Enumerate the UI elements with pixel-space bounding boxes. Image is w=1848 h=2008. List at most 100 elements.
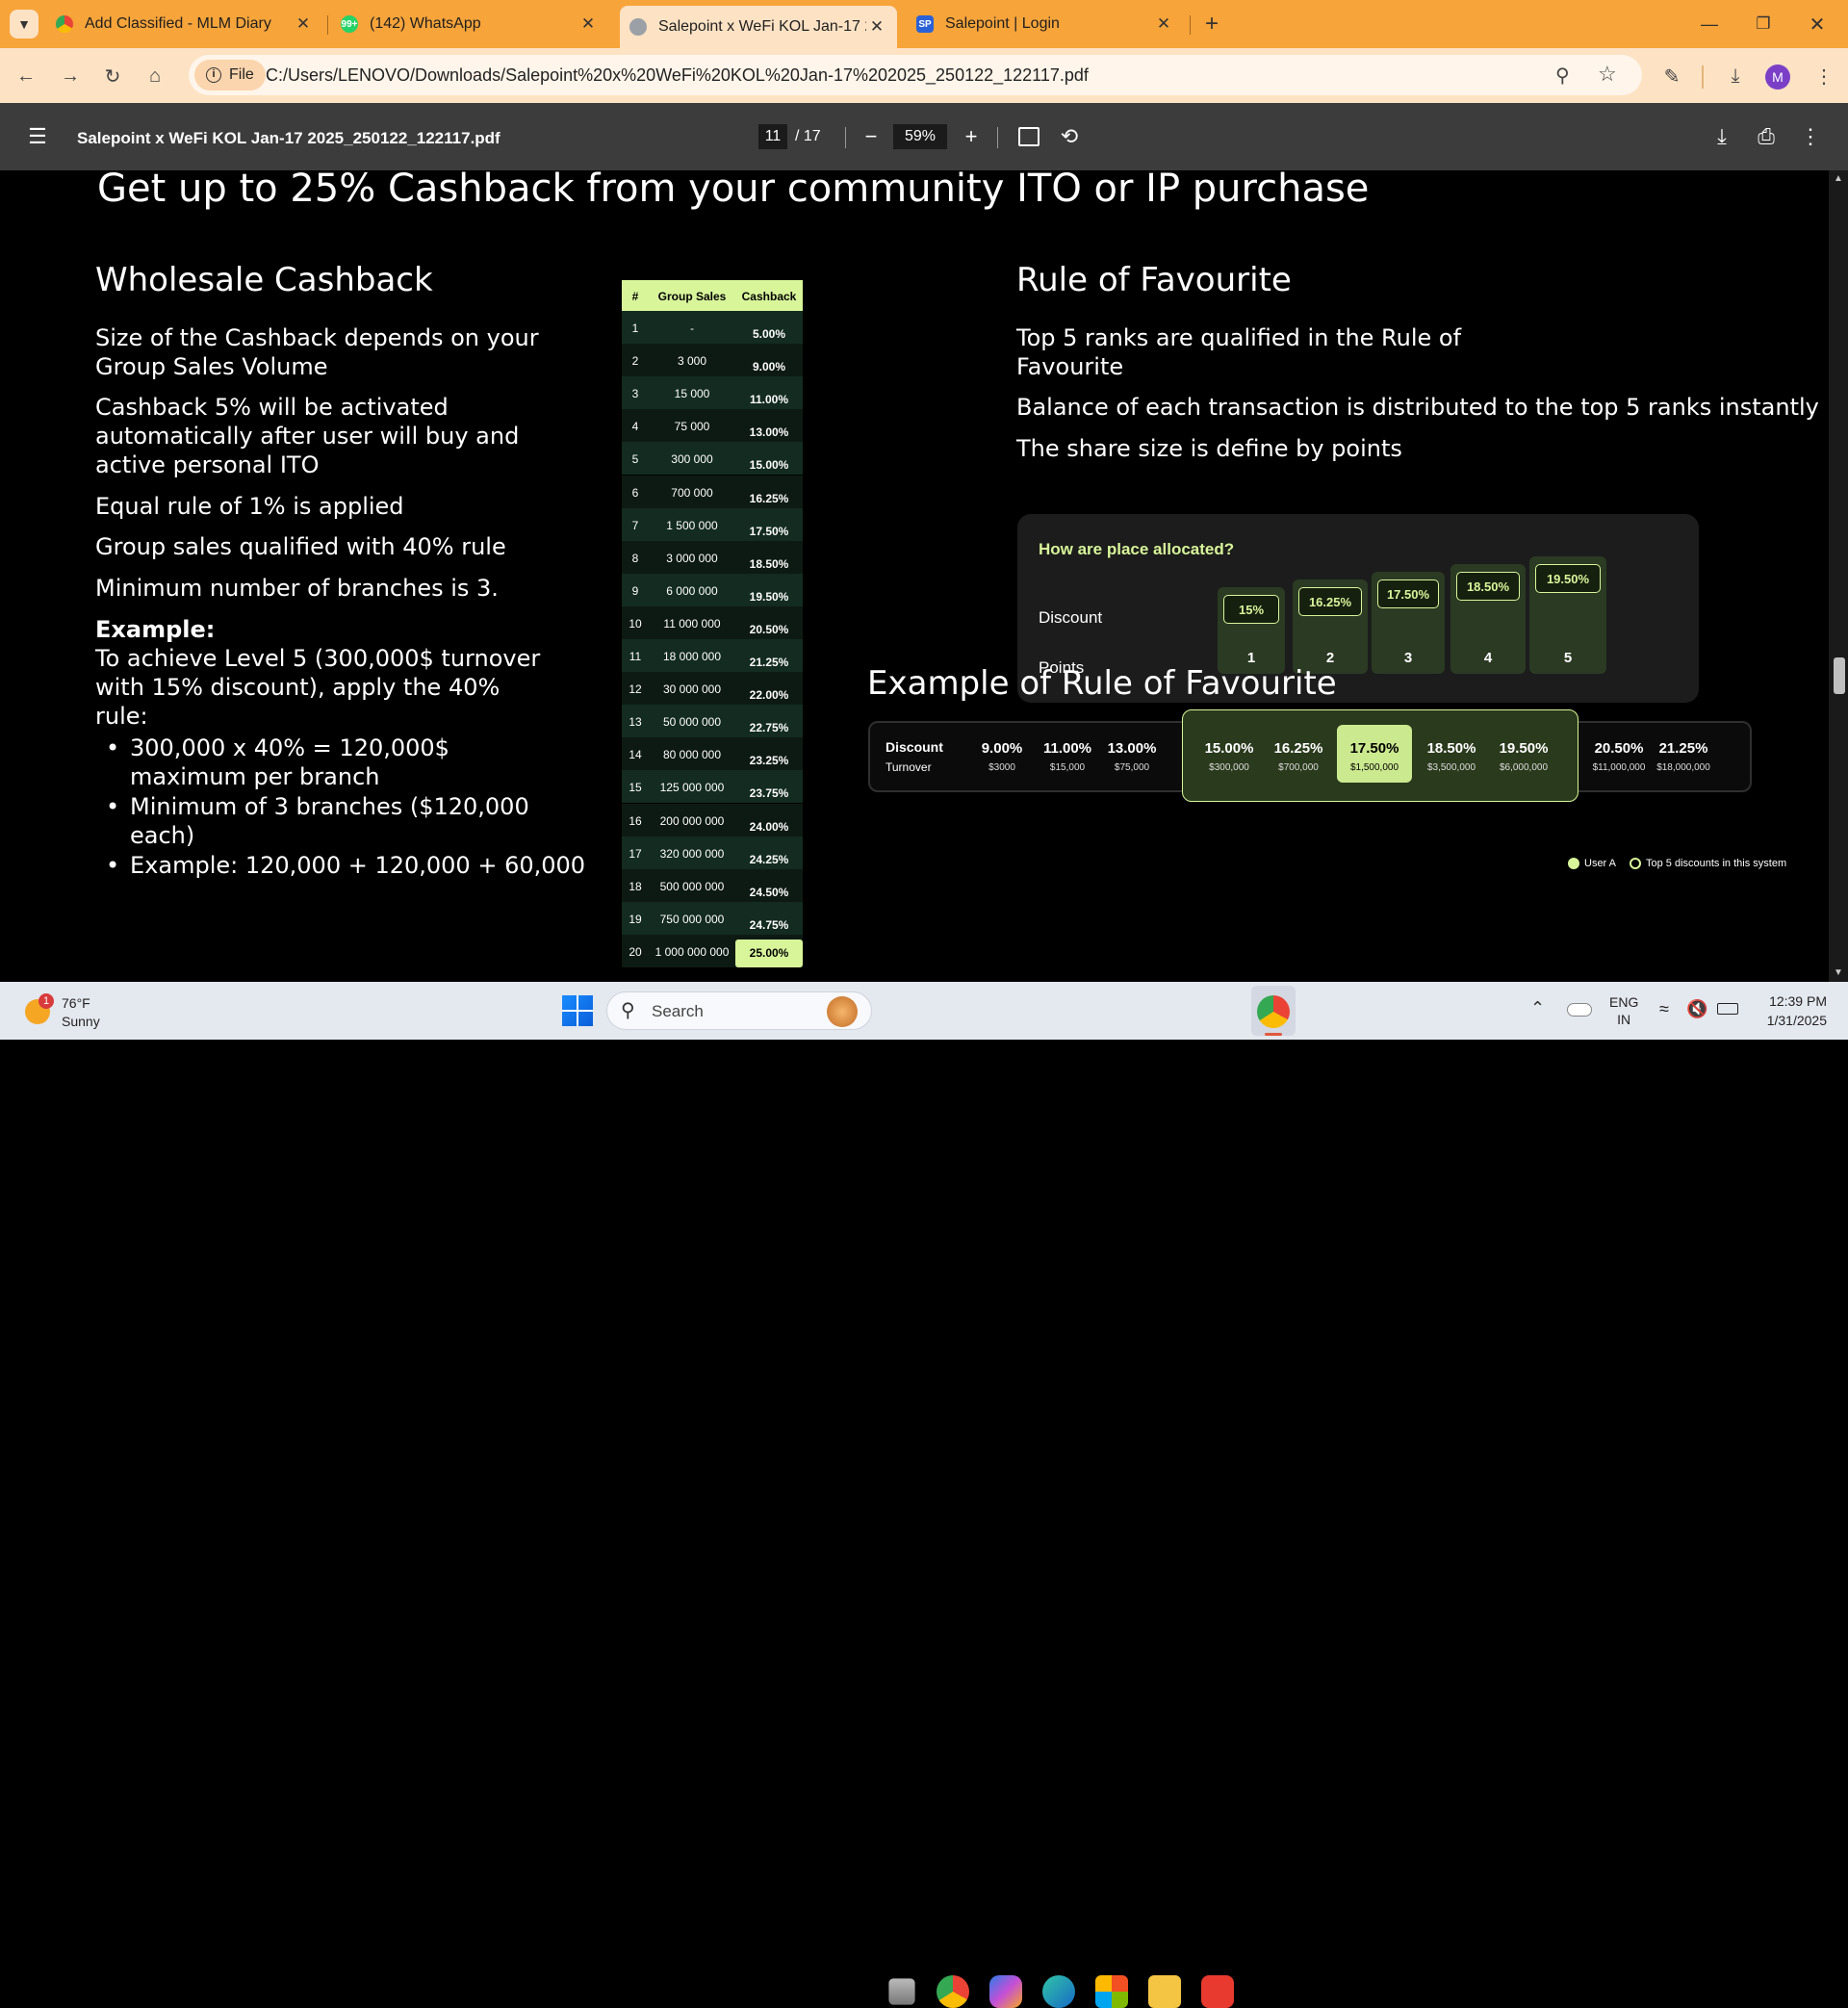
volume-muted-icon[interactable]: 🔇 (1686, 999, 1707, 1019)
taskbar-search[interactable]: ⚲ Search (606, 991, 872, 1030)
table-cell: 24.75% (749, 917, 789, 932)
edge-icon[interactable] (1042, 1975, 1075, 2008)
tab-whatsapp[interactable]: 99+ (142) WhatsApp ✕ (331, 7, 608, 41)
table-cell: 3 000 (677, 354, 707, 369)
downloads-button[interactable]: ⤓ (1721, 62, 1750, 90)
fit-to-page-icon (1018, 127, 1040, 146)
task-view-icon[interactable] (888, 1978, 915, 2005)
table-cell: 19 (629, 912, 642, 926)
timeline-column: 17.50% $1,500,000 (1339, 740, 1410, 773)
new-tab-button[interactable]: + (1197, 10, 1226, 39)
table-row: 16 200 000 000 24.00% (622, 803, 803, 837)
restore-button[interactable]: ❐ (1744, 10, 1783, 39)
page-number-input[interactable]: 11 (758, 124, 787, 149)
wifi-icon[interactable]: ≈ (1659, 999, 1669, 1019)
menu-button[interactable]: ⋮ (1810, 62, 1838, 90)
more-actions-button[interactable]: ⋮ (1796, 122, 1825, 151)
home-button[interactable]: ⌂ (141, 62, 169, 90)
download-button[interactable]: ⤓ (1707, 122, 1736, 151)
table-cell: 14 (629, 748, 642, 762)
pdf-toolbar: ☰ Salepoint x WeFi KOL Jan-17 2025_25012… (0, 103, 1848, 170)
file-explorer-icon[interactable] (1148, 1975, 1181, 2008)
timeline-column: 21.25% $18,000,000 (1648, 740, 1719, 773)
close-icon[interactable]: ✕ (578, 14, 599, 34)
chrome-app-icon[interactable] (937, 1975, 969, 2008)
table-cell: 10 (629, 616, 642, 631)
chrome-active-app[interactable] (1251, 986, 1296, 1036)
zoom-icon[interactable]: ⚲ (1555, 64, 1570, 88)
zoom-input[interactable]: 59% (893, 124, 947, 149)
onedrive-icon[interactable] (1567, 1003, 1592, 1017)
timeline-column: 18.50% $3,500,000 (1416, 740, 1487, 773)
tab-mlm-diary[interactable]: Add Classified - MLM Diary ✕ (46, 7, 323, 41)
tab-salepoint-login[interactable]: SP Salepoint | Login ✕ (907, 7, 1184, 41)
extensions-button[interactable]: ✎ (1657, 62, 1686, 90)
whatsapp-icon: 99+ (341, 15, 358, 33)
timeline-turnover: $700,000 (1278, 762, 1319, 773)
timeline-discount: 17.50% (1349, 740, 1399, 757)
vertical-scrollbar[interactable]: ▲ ▼ (1829, 170, 1848, 982)
timeline-discount: 20.50% (1594, 740, 1644, 757)
scroll-thumb[interactable] (1834, 657, 1845, 694)
zoom-out-button[interactable]: − (857, 122, 886, 151)
table-cell: - (690, 322, 694, 335)
rotate-button[interactable]: ⟲ (1055, 122, 1084, 151)
table-cell: 320 000 000 (659, 846, 725, 861)
windows-logo-icon (562, 995, 593, 1026)
restore-icon: ❐ (1756, 14, 1771, 33)
forward-button[interactable]: → (56, 62, 85, 90)
reload-button[interactable]: ↻ (98, 62, 127, 90)
start-button[interactable] (562, 995, 593, 1026)
clock[interactable]: 12:39 PM 1/31/2025 (1750, 991, 1827, 1030)
store-icon[interactable] (1095, 1975, 1128, 2008)
bullet-text: Minimum of 3 branches ($120,000 each) (130, 793, 529, 849)
region-code: IN (1617, 1012, 1631, 1027)
table-cell: 18 (629, 879, 642, 893)
site-info-chip[interactable]: i File (194, 60, 266, 90)
timeline-turnover: $11,000,000 (1592, 762, 1646, 773)
print-button[interactable]: ⎙ (1752, 122, 1781, 151)
table-cell: 6 (631, 485, 639, 500)
sidebar-toggle-button[interactable]: ☰ (23, 122, 52, 151)
table-cell: 15 000 (674, 387, 710, 401)
scroll-up-icon[interactable]: ▲ (1834, 173, 1843, 184)
table-cell: 3 (631, 387, 639, 401)
table-row: 13 50 000 000 22.75% (622, 705, 803, 738)
chevron-up-icon[interactable]: ⌃ (1530, 998, 1545, 1018)
close-icon[interactable]: ✕ (1153, 14, 1174, 34)
language-indicator[interactable]: ENG IN (1609, 993, 1638, 1028)
table-cell: 20 (629, 944, 642, 959)
url-text[interactable]: C:/Users/LENOVO/Downloads/Salepoint%20x%… (266, 65, 1089, 86)
tab-search-button[interactable]: ▼ (10, 10, 38, 39)
filled-dot-icon (1568, 858, 1579, 869)
bullet-item: • 300,000 x 40% = 120,000$ maximum per br… (106, 734, 558, 791)
close-icon[interactable]: ✕ (866, 17, 887, 37)
timeline-turnover: $1,500,000 (1349, 762, 1399, 773)
close-window-button[interactable]: ✕ (1798, 10, 1836, 39)
weather-widget[interactable]: 1 76°F Sunny (25, 993, 112, 1032)
row-label-turnover: Turnover (886, 760, 932, 774)
wps-icon[interactable] (1201, 1975, 1234, 2008)
scroll-down-icon[interactable]: ▼ (1834, 967, 1843, 978)
timeline-column: 13.00% $75,000 (1096, 740, 1168, 773)
battery-icon[interactable] (1717, 1003, 1738, 1015)
close-icon[interactable]: ✕ (293, 14, 314, 34)
zoom-in-button[interactable]: + (957, 122, 986, 151)
tab-salepoint-pdf[interactable]: Salepoint x WeFi KOL Jan-17 20 ✕ (620, 6, 897, 48)
address-bar[interactable]: i File C:/Users/LENOVO/Downloads/Salepoi… (189, 55, 1642, 95)
table-row: 11 18 000 000 21.25% (622, 639, 803, 672)
back-button[interactable]: ← (12, 62, 40, 90)
tab-strip: ▼ Add Classified - MLM Diary ✕ 99+ (142)… (0, 0, 1848, 48)
copilot-icon[interactable] (989, 1975, 1022, 2008)
search-label: Search (652, 1002, 704, 1020)
place-discount-tag: 19.50% (1535, 564, 1601, 593)
profile-avatar[interactable]: M (1765, 64, 1790, 90)
windows-taskbar: 1 76°F Sunny ⚲ Search ⌃ ENG IN ≈ 🔇 12:39… (0, 982, 1848, 2008)
timeline-discount: 21.25% (1658, 740, 1708, 757)
timeline-discount: 19.50% (1499, 740, 1549, 757)
table-row: 1 - 5.00% (622, 311, 803, 344)
fit-page-button[interactable] (1014, 122, 1043, 151)
bookmark-star-icon[interactable]: ☆ (1598, 62, 1617, 87)
table-row: 3 15 000 11.00% (622, 376, 803, 410)
minimize-button[interactable]: — (1690, 10, 1729, 39)
